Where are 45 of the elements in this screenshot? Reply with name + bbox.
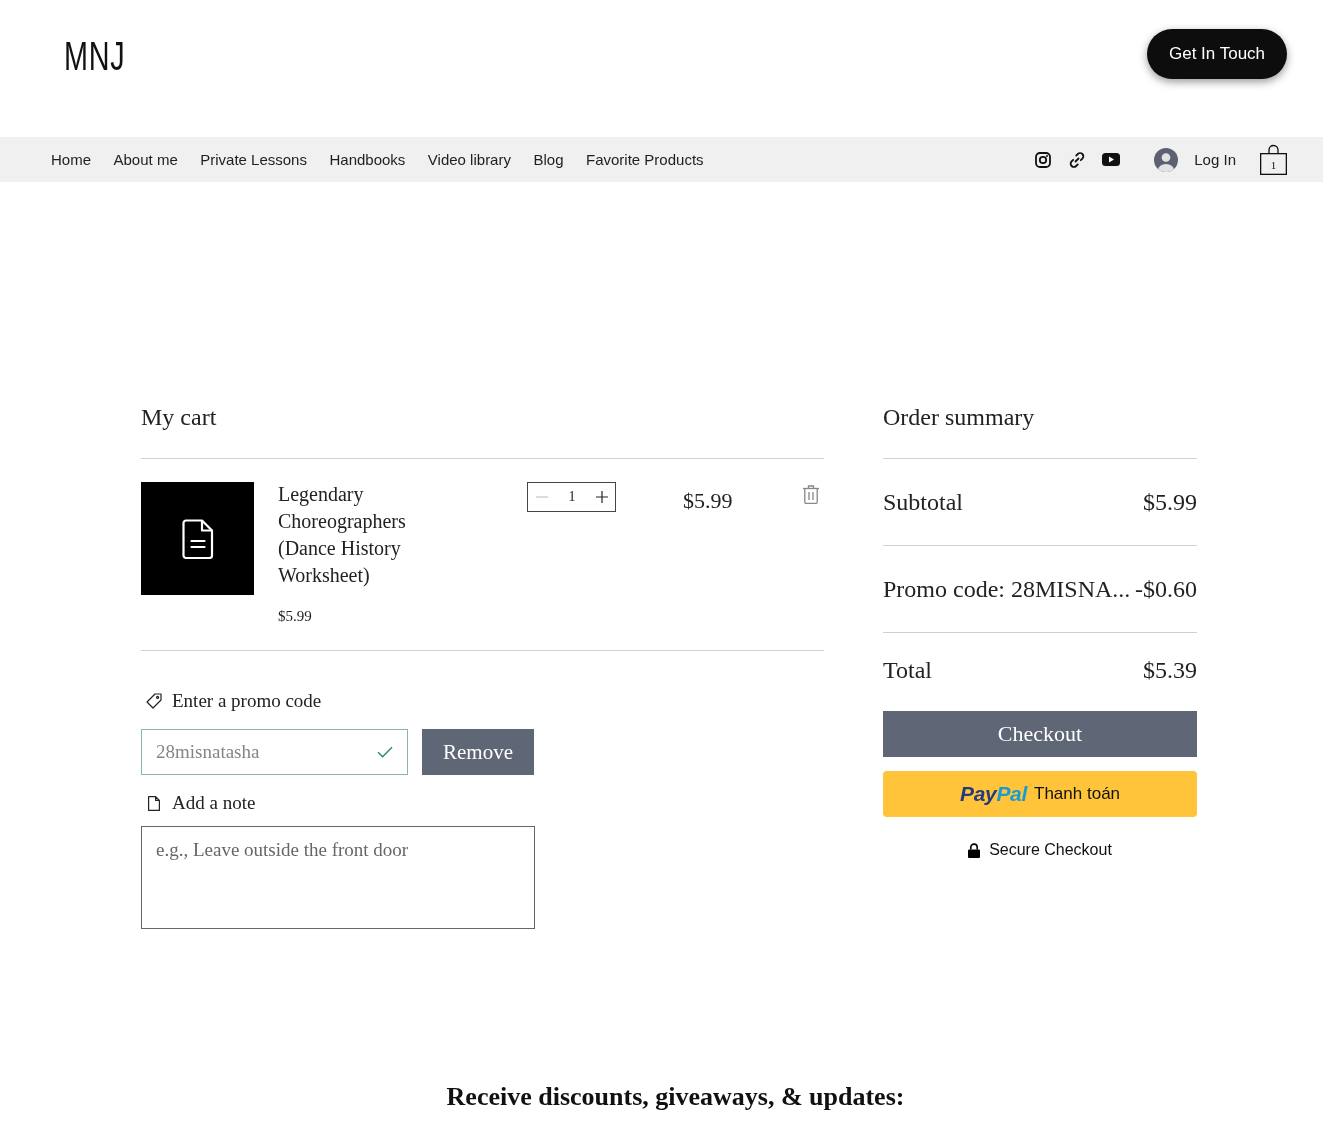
summary-value: $5.99 (1143, 488, 1197, 516)
checkout-button[interactable]: Checkout (883, 711, 1197, 757)
nav-link[interactable]: Handbooks (329, 149, 406, 170)
secure-checkout-label: Secure Checkout (989, 841, 1112, 859)
summary-label: Total (883, 657, 932, 684)
product-name[interactable]: Legendary Choreographers (Dance History Worksheet) (278, 481, 428, 589)
cart-title: My cart (141, 404, 217, 430)
logo[interactable]: MNJ (64, 36, 126, 76)
shopping-bag-icon (1260, 144, 1287, 175)
tag-icon[interactable] (146, 693, 162, 709)
nav-link[interactable]: Favorite Products (586, 149, 704, 170)
summary-label: Promo code: 28MISNA... (883, 575, 1131, 603)
note-field[interactable]: e.g., Leave outside the front door (141, 826, 535, 929)
quantity-field[interactable]: 1 (568, 489, 576, 505)
nav-link[interactable]: Video library (427, 149, 511, 170)
promo-code-field[interactable]: 28misnatasha (141, 729, 408, 775)
nav-link[interactable]: Home (51, 149, 91, 170)
summary-title: Order summary (883, 404, 1035, 430)
note-label[interactable]: Add a note (172, 791, 256, 815)
nav-link[interactable]: About me (113, 149, 178, 170)
summary-label: Subtotal (883, 488, 963, 516)
plus-icon[interactable] (596, 491, 608, 503)
note-icon[interactable] (148, 795, 160, 811)
unit-price: $5.99 (278, 607, 312, 626)
item-total: $5.99 (683, 488, 733, 514)
nav-link[interactable]: Blog (533, 149, 564, 170)
promo-code-label[interactable]: Enter a promo code (172, 689, 322, 713)
paypal-logo: PayPal (959, 782, 1028, 806)
paypal-button[interactable]: PayPal Thanh toán (883, 771, 1197, 817)
lock-icon (968, 842, 981, 858)
avatar-icon (1154, 147, 1179, 172)
product-thumbnail[interactable] (141, 482, 254, 595)
newsletter-heading: Receive discounts, giveaways, & updates: (446, 1081, 905, 1113)
summary-value: $5.39 (1143, 657, 1197, 684)
login-button[interactable]: Log In (1154, 147, 1236, 172)
nav-link[interactable]: Private Lessons (200, 149, 307, 170)
summary-value: -$0.60 (1135, 575, 1197, 603)
remove-button[interactable]: Remove (422, 729, 534, 775)
youtube-icon[interactable] (1102, 153, 1121, 166)
trash-icon[interactable] (802, 485, 820, 504)
link-icon[interactable] (1068, 150, 1087, 169)
document-icon (181, 518, 214, 559)
contact-button[interactable]: Get In Touch (1147, 29, 1287, 79)
cart-button[interactable]: 1 (1260, 144, 1287, 175)
instagram-icon[interactable] (1035, 151, 1052, 168)
